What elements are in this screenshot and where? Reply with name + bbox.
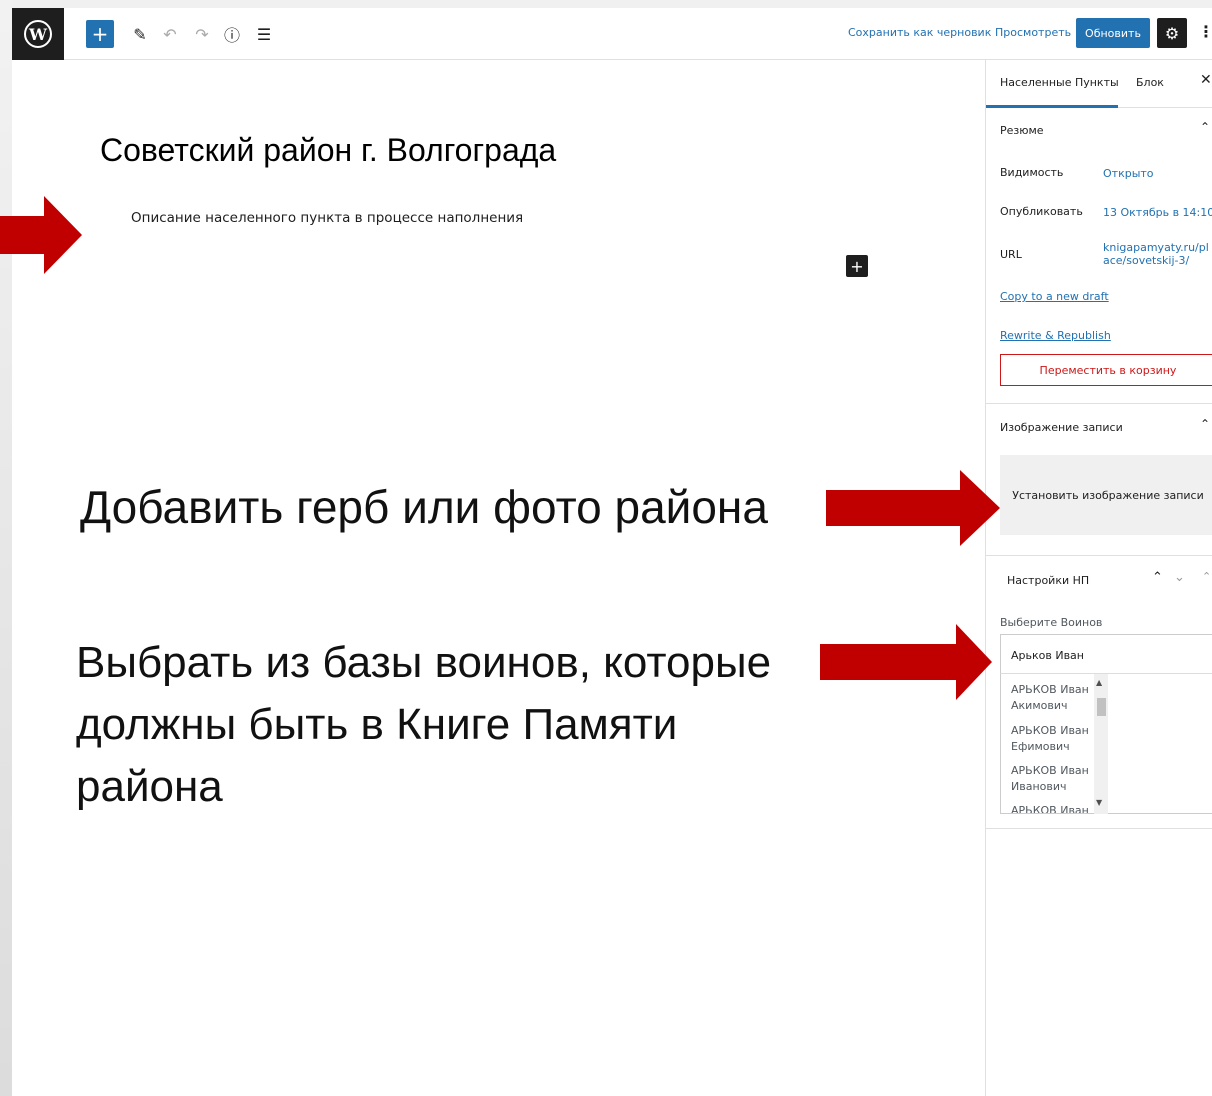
block-inserter-button[interactable]: + [846, 255, 868, 277]
visibility-label: Видимость [1000, 166, 1064, 179]
scrollbar-thumb[interactable] [1097, 698, 1106, 716]
scroll-up-icon[interactable]: ▲ [1096, 678, 1102, 687]
panel-divider [986, 403, 1212, 404]
warriors-select-label: Выберите Воинов [1000, 616, 1103, 629]
sidebar-tabs: Населенные Пункты Блок ✕ [986, 60, 1212, 108]
list-view-icon[interactable]: ☰ [252, 20, 276, 48]
tab-block[interactable]: Блок [1136, 76, 1164, 89]
tab-document[interactable]: Населенные Пункты [1000, 76, 1119, 89]
red-arrow-icon [826, 470, 1000, 546]
desktop-background [0, 0, 1212, 8]
publish-date-link[interactable]: 13 Октябрь в 14:10 [1103, 206, 1212, 219]
red-arrow-icon [820, 624, 992, 700]
featured-image-panel-title: Изображение записи [1000, 421, 1123, 434]
chevron-up-icon: ⌃ [1200, 120, 1211, 134]
summary-panel-title: Резюме [1000, 124, 1044, 137]
np-settings-panel-title: Настройки НП [1007, 574, 1090, 587]
list-item[interactable]: АРЬКОВ Иван Акимович [1011, 682, 1095, 714]
warriors-selected-area [1108, 674, 1212, 814]
summary-panel-header[interactable]: Резюме ⌃ [986, 108, 1212, 154]
post-title[interactable]: Советский район г. Волгограда [100, 132, 556, 169]
chevron-side-icon[interactable]: ⌃ [1202, 570, 1211, 583]
top-toolbar: W + ✎ ↶ ↷ ⓘ ☰ Сохранить как черновик Про… [12, 8, 1212, 60]
copy-to-draft-link[interactable]: Copy to a new draft [1000, 290, 1109, 303]
warriors-options-list[interactable]: АРЬКОВ Иван Акимович АРЬКОВ Иван Ефимови… [1000, 674, 1108, 814]
red-arrow-icon [0, 196, 82, 274]
set-featured-image-button[interactable]: Установить изображение записи [1000, 455, 1212, 535]
rewrite-republish-link[interactable]: Rewrite & Republish [1000, 329, 1111, 342]
warriors-list-scrollbar[interactable]: ▲ ▼ [1094, 674, 1108, 814]
wordpress-logo-button[interactable]: W [12, 8, 64, 60]
desktop-background-left [0, 0, 12, 1096]
preview-button[interactable]: Просмотреть [995, 26, 1071, 39]
scroll-down-icon[interactable]: ▼ [1096, 798, 1102, 807]
post-paragraph[interactable]: Описание населенного пункта в процессе н… [131, 210, 523, 226]
settings-sidebar: Населенные Пункты Блок ✕ Резюме ⌃ Видимо… [985, 60, 1212, 1096]
save-draft-button[interactable]: Сохранить как черновик [848, 26, 991, 39]
chevron-up-icon[interactable]: ⌃ [1152, 570, 1163, 585]
list-item[interactable]: АРЬКОВ Иван [1011, 803, 1095, 813]
annotation-featured-hint: Добавить герб или фото района [80, 481, 768, 533]
wordpress-logo-icon: W [24, 20, 52, 48]
edit-tool-icon[interactable]: ✎ [128, 20, 152, 48]
screenshot-stage: W + ✎ ↶ ↷ ⓘ ☰ Сохранить как черновик Про… [0, 0, 1212, 1096]
panel-divider [986, 828, 1212, 829]
list-item[interactable]: АРЬКОВ Иван Иванович [1011, 763, 1095, 795]
visibility-value-link[interactable]: Открыто [1103, 167, 1154, 180]
list-item[interactable]: АРЬКОВ Иван Ефимович [1011, 723, 1095, 755]
more-options-icon[interactable]: ⋮ [1198, 22, 1212, 44]
update-button[interactable]: Обновить [1076, 18, 1150, 48]
editor-canvas: Советский район г. Волгограда Описание н… [12, 60, 985, 1096]
url-value-link[interactable]: knigapamyaty.ru/place/sovetskij-3/ [1103, 241, 1212, 267]
url-label: URL [1000, 248, 1022, 261]
chevron-up-icon: ⌃ [1200, 417, 1211, 431]
chevron-down-icon[interactable]: ⌄ [1174, 570, 1185, 585]
annotation-warriors-hint: Выбрать из базы воинов, которые должны б… [76, 638, 772, 811]
settings-gear-icon[interactable]: ⚙ [1157, 18, 1187, 48]
add-block-button[interactable]: + [86, 20, 114, 48]
close-icon[interactable]: ✕ [1200, 72, 1212, 88]
redo-icon[interactable]: ↷ [190, 20, 214, 48]
move-to-trash-button[interactable]: Переместить в корзину [1000, 354, 1212, 386]
info-icon[interactable]: ⓘ [220, 20, 244, 48]
featured-image-panel-header[interactable]: Изображение записи ⌃ [986, 405, 1212, 451]
panel-divider [986, 555, 1212, 556]
warriors-search-input[interactable]: Арьков Иван [1000, 634, 1212, 674]
undo-icon[interactable]: ↶ [158, 20, 182, 48]
publish-label: Опубликовать [1000, 205, 1083, 218]
editor-window: W + ✎ ↶ ↷ ⓘ ☰ Сохранить как черновик Про… [12, 8, 1212, 1096]
